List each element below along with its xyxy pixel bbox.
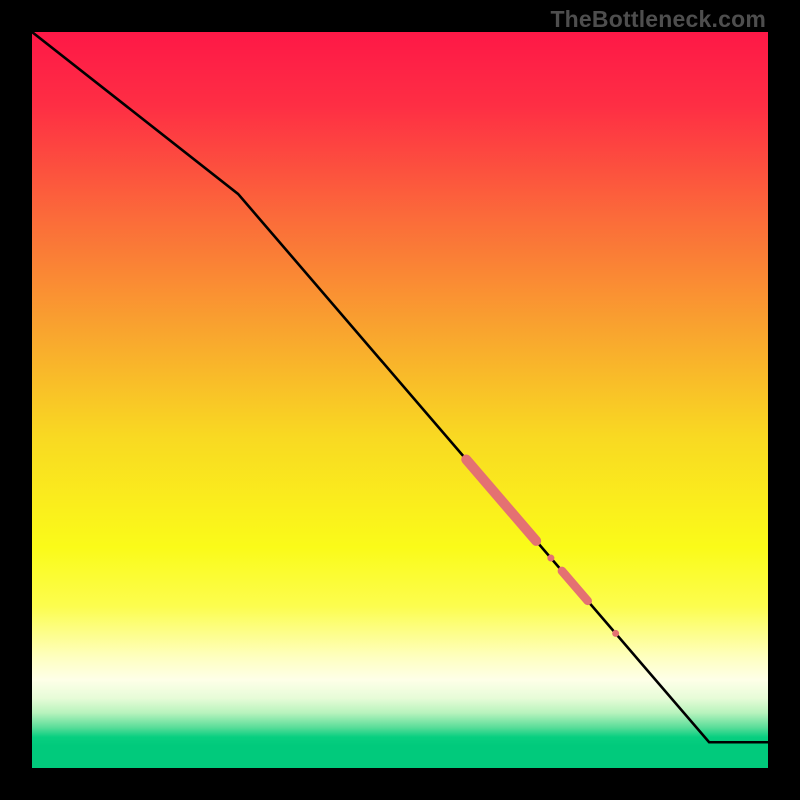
- plot-area: [32, 32, 768, 768]
- dot-2: [612, 630, 619, 637]
- chart-frame: { "watermark": "TheBottleneck.com", "cha…: [0, 0, 800, 800]
- gradient-background: [32, 32, 768, 768]
- dot-1: [547, 555, 554, 562]
- watermark-text: TheBottleneck.com: [550, 6, 766, 33]
- chart-svg: [32, 32, 768, 768]
